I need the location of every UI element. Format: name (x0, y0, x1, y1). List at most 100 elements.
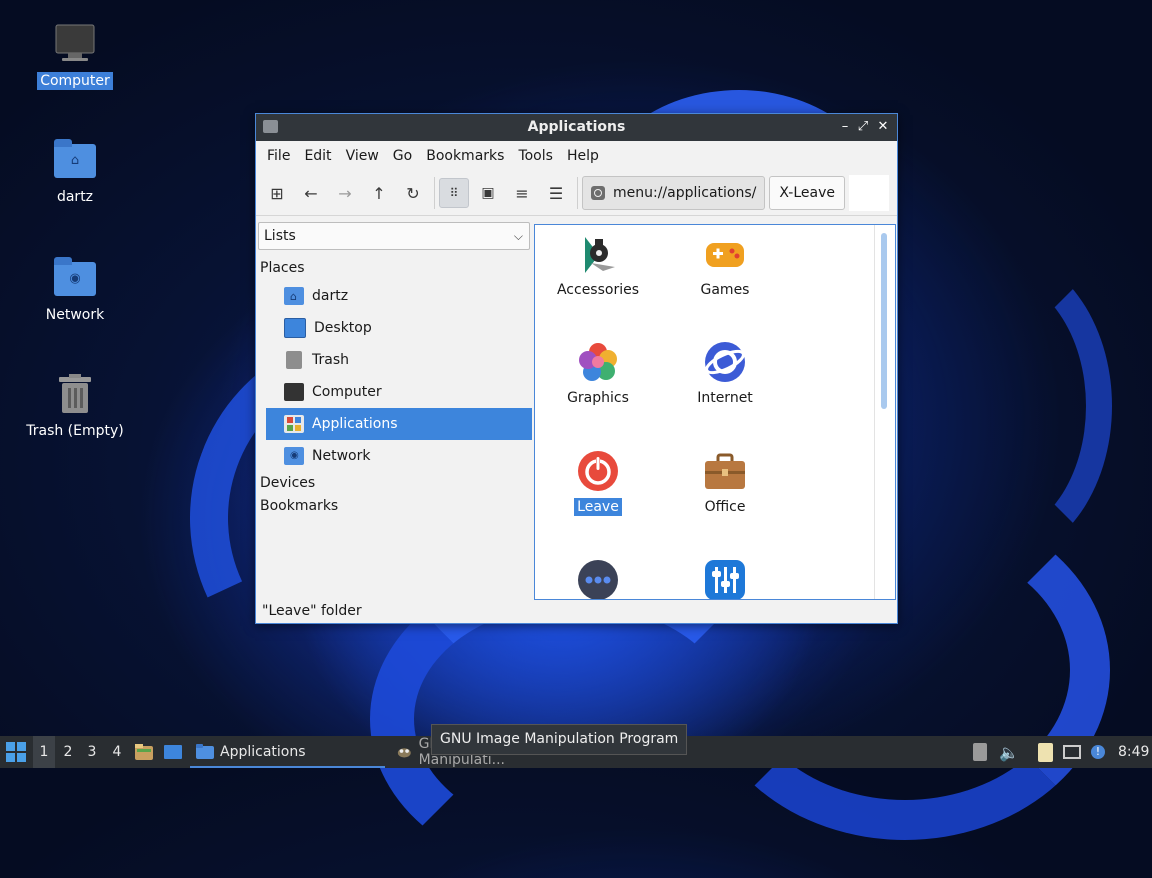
up-button[interactable]: ↑ (364, 178, 394, 208)
path-text: menu://applications/ (613, 185, 757, 201)
folder-item-games[interactable]: Games (670, 233, 780, 299)
sidebar-item-desktop[interactable]: Desktop (266, 312, 532, 344)
reload-icon: ↻ (406, 183, 420, 203)
sidebar-item-computer[interactable]: Computer (266, 376, 532, 408)
grid-icon: ⠿ (449, 186, 459, 200)
breadcrumb-x-leave[interactable]: X-Leave (769, 176, 845, 210)
workspace-3[interactable]: 3 (81, 736, 103, 768)
desktop-icon (284, 318, 306, 338)
toolbar: ⊞ ← → ↑ ↻ ⠿ ▣ ≡ ☰ menu://applications/ X… (256, 171, 897, 216)
folder-item-leave[interactable]: Leave (543, 450, 653, 516)
folder-item-label: Leave (574, 498, 622, 516)
info-icon: ! (1091, 745, 1105, 759)
search-icon (591, 186, 605, 200)
section-devices[interactable]: Devices (256, 472, 532, 495)
network-icon: ◉ (284, 447, 304, 465)
detailed-list-icon: ☰ (548, 183, 564, 203)
desktop-icon-computer[interactable]: Computer (20, 22, 130, 90)
menu-bookmarks[interactable]: Bookmarks (419, 148, 511, 164)
sidebar-item-network[interactable]: ◉ Network (266, 440, 532, 472)
sidebar-item-label: Network (312, 448, 371, 464)
show-desktop-button[interactable] (162, 736, 184, 768)
folder-icon (196, 744, 214, 759)
section-bookmarks[interactable]: Bookmarks (256, 495, 532, 518)
trash-icon (286, 351, 302, 369)
home-folder-icon: ⌂ (284, 287, 304, 305)
desktop-icon-label: Trash (Empty) (26, 423, 124, 439)
file-manager-icon (135, 744, 153, 760)
menu-edit[interactable]: Edit (297, 148, 338, 164)
menu-file[interactable]: File (260, 148, 297, 164)
folder-item-label: Games (700, 282, 750, 298)
menu-tools[interactable]: Tools (511, 148, 560, 164)
sidebar-item-label: Desktop (314, 320, 372, 336)
folder-item-accessories[interactable]: Accessories (543, 233, 653, 299)
network-tray[interactable] (1060, 736, 1084, 768)
clock[interactable]: 8:49 (1118, 736, 1149, 768)
start-menu-button[interactable] (4, 736, 28, 768)
desktop-icon-network[interactable]: ◉ Network (20, 256, 130, 324)
accessories-icon (577, 233, 619, 275)
icon-view-button[interactable]: ⠿ (439, 178, 469, 208)
wallpaper-petal (880, 250, 1112, 562)
path-toggle-button[interactable]: menu://applications/ (582, 176, 766, 210)
sidebar-item-label: Applications (312, 416, 398, 432)
desktop-icon-label: Network (45, 307, 105, 323)
computer-icon (53, 22, 97, 66)
folder-item-graphics[interactable]: Graphics (543, 341, 653, 407)
new-tab-button[interactable]: ⊞ (262, 178, 292, 208)
status-bar: "Leave" folder (262, 603, 362, 619)
thumbnail-view-button[interactable]: ▣ (473, 178, 503, 208)
back-button[interactable]: ← (296, 178, 326, 208)
file-manager-launcher[interactable] (133, 736, 155, 768)
workspace-2[interactable]: 2 (57, 736, 79, 768)
minimize-button[interactable]: – (837, 118, 853, 136)
titlebar[interactable]: Applications – ⤢ ✕ (256, 114, 897, 141)
toolbar-separator (434, 177, 435, 209)
maximize-button[interactable]: ⤢ (855, 118, 871, 136)
network-folder-icon: ◉ (53, 256, 97, 300)
menu-help[interactable]: Help (560, 148, 606, 164)
compact-view-button[interactable]: ≡ (507, 178, 537, 208)
section-places[interactable]: Places (256, 257, 532, 280)
home-folder-icon: ⌂ (53, 138, 97, 182)
sidebar-item-trash[interactable]: Trash (266, 344, 532, 376)
side-pane-selector[interactable]: Lists ⌵ (258, 222, 530, 250)
folder-item-label: Internet (697, 390, 753, 406)
volume-tray[interactable]: 🔈 (998, 736, 1020, 768)
arrow-left-icon: ← (304, 183, 318, 203)
side-pane-selector-value: Lists (264, 228, 296, 244)
close-button[interactable]: ✕ (875, 118, 891, 136)
clipboard-tray[interactable] (970, 736, 990, 768)
folder-item-office[interactable]: Office (670, 450, 780, 516)
folder-item-settings[interactable] (670, 559, 780, 599)
sidebar-item-applications[interactable]: Applications (266, 408, 532, 440)
folder-item-other[interactable] (543, 559, 653, 599)
folder-view[interactable]: Accessories Games Graphics Internet Leav… (534, 224, 896, 600)
computer-icon (284, 383, 304, 401)
forward-button[interactable]: → (330, 178, 360, 208)
arrow-up-icon: ↑ (372, 183, 386, 203)
reload-button[interactable]: ↻ (398, 178, 428, 208)
file-manager-window: Applications – ⤢ ✕ File Edit View Go Boo… (255, 113, 898, 624)
menu-view[interactable]: View (339, 148, 386, 164)
task-label: Applications (220, 743, 306, 760)
workspace-1[interactable]: 1 (33, 736, 55, 768)
clipboard-icon (1037, 742, 1053, 762)
desktop-icon-dartz[interactable]: ⌂ dartz (20, 138, 130, 206)
list-icon: ≡ (515, 183, 529, 203)
gimp-icon (397, 748, 411, 758)
folder-item-internet[interactable]: Internet (670, 341, 780, 407)
notes-tray[interactable] (1034, 736, 1056, 768)
menu-go[interactable]: Go (386, 148, 419, 164)
path-bar-area[interactable] (848, 175, 889, 211)
detailed-view-button[interactable]: ☰ (541, 178, 571, 208)
scrollbar-thumb[interactable] (881, 233, 887, 409)
sidebar-item-dartz[interactable]: ⌂ dartz (266, 280, 532, 312)
task-applications[interactable]: Applications (190, 737, 385, 768)
notification-tray[interactable]: ! (1088, 736, 1108, 768)
vertical-scrollbar[interactable] (874, 225, 895, 599)
workspace-4[interactable]: 4 (106, 736, 128, 768)
office-icon (704, 450, 746, 492)
desktop-icon-trash[interactable]: Trash (Empty) (20, 372, 130, 440)
